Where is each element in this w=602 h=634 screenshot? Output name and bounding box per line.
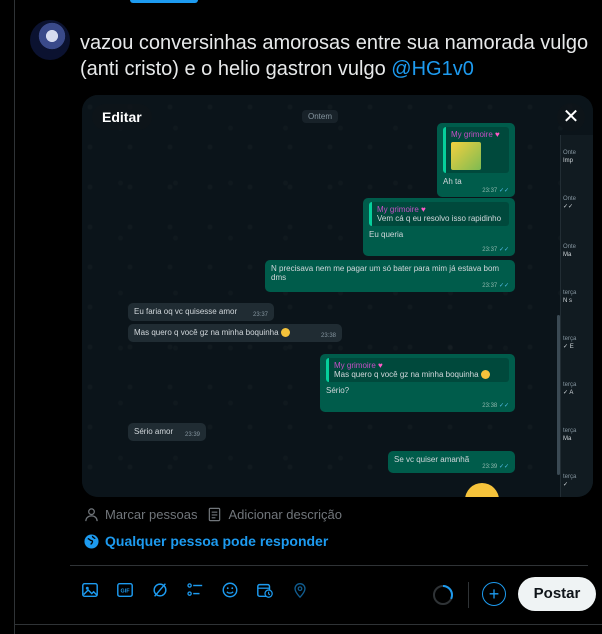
quoted-image [451, 142, 481, 170]
chat-message: Mas quero q você gz na minha boquinha 23… [128, 324, 342, 342]
post-button[interactable]: Postar [518, 577, 596, 611]
chat-message: My grimoire ♥ Mas quero q você gz na min… [320, 354, 515, 412]
person-icon [85, 508, 98, 522]
tweet-body: vazou conversinhas amorosas entre sua na… [80, 32, 589, 80]
chat-message: Se vc quiser amanhã 23:39 ✓✓ [388, 451, 515, 473]
chat-list-column: Onte Imp Onte ✓✓ Onte Ma terça N s terça ✓ E … [560, 135, 593, 497]
column-border [14, 0, 15, 634]
reply-setting-button[interactable]: Qualquer pessoa pode responder [84, 533, 328, 549]
message-time: 23:39 [482, 464, 498, 470]
quote-author: My grimoire [451, 130, 493, 139]
tag-people-button[interactable]: Marcar pessoas [84, 507, 197, 522]
quoted-message: My grimoire ♥ [443, 127, 509, 173]
image-icon[interactable] [80, 580, 100, 600]
emoji-icon[interactable] [220, 580, 240, 600]
remove-media-button[interactable]: ✕ [557, 103, 585, 131]
message-time: 23:37 [482, 283, 498, 289]
poll-icon[interactable] [185, 580, 205, 600]
message-time: 23:37 [482, 247, 498, 253]
description-icon [209, 507, 221, 522]
quote-author: My grimoire [334, 361, 376, 370]
message-text: Eu faria oq vc quisesse amor [134, 307, 238, 316]
quoted-message: My grimoire ♥ Mas quero q você gz na min… [326, 358, 509, 383]
globe-icon [84, 533, 99, 549]
message-text: Eu queria [369, 230, 404, 239]
add-post-button[interactable]: + [482, 582, 506, 606]
tag-people-label: Marcar pessoas [105, 507, 198, 522]
divider [70, 565, 588, 566]
message-time: 23:38 [482, 403, 498, 409]
mention-link[interactable]: @HG1v0 [391, 58, 474, 80]
location-icon[interactable] [290, 580, 310, 600]
bottom-divider [14, 624, 602, 625]
chat-message: Sério amor 23:39 [128, 423, 206, 441]
edit-media-button[interactable]: Editar [92, 104, 152, 130]
quoted-text: Mas quero q você gz na minha boquinha [334, 370, 479, 379]
message-text: Mas quero q você gz na minha boquinha [134, 328, 279, 337]
chat-message: My grimoire ♥ Ah ta 23:37 ✓✓ [437, 123, 515, 197]
toolbar-separator [468, 582, 469, 608]
media-tools: Marcar pessoas Adicionar descrição [84, 507, 342, 522]
quoted-message: My grimoire ♥ Vem cá q eu resolvo isso r… [369, 202, 509, 226]
svg-text:GIF: GIF [121, 589, 131, 595]
add-description-label: Adicionar descrição [228, 507, 342, 522]
grin-emoji-icon [480, 370, 490, 380]
tweet-text[interactable]: vazou conversinhas amorosas entre sua na… [80, 30, 590, 82]
message-text: Sério amor [134, 427, 174, 436]
schedule-icon[interactable] [255, 580, 275, 600]
attached-media[interactable]: Ontem My grimoire ♥ Ah ta 23:37 ✓✓ My gr… [82, 95, 593, 497]
compose-toolbar: GIF [80, 580, 310, 600]
grok-icon[interactable] [150, 580, 170, 600]
character-count-ring [433, 585, 453, 605]
gif-icon[interactable]: GIF [115, 580, 135, 600]
message-time: 23:37 [482, 188, 498, 194]
grin-emoji-icon [280, 328, 290, 338]
message-time: 23:38 [320, 333, 336, 339]
message-text: Se vc quiser amanhã [394, 455, 470, 464]
message-time: 23:37 [252, 312, 268, 318]
message-text: Ah ta [443, 177, 462, 186]
date-chip: Ontem [302, 110, 339, 123]
chat-message: N precisava nem me pagar um só bater par… [265, 260, 515, 292]
message-text: Sério? [326, 386, 350, 396]
add-description-button[interactable]: Adicionar descrição [207, 507, 342, 522]
message-text: N precisava nem me pagar um só bater par… [271, 264, 500, 282]
chat-message: My grimoire ♥ Vem cá q eu resolvo isso r… [363, 198, 515, 256]
quoted-text: Vem cá q eu resolvo isso rapidinho [377, 214, 502, 223]
top-tab-indicator [0, 0, 602, 3]
chat-message: Eu faria oq vc quisesse amor 23:37 [128, 303, 274, 321]
avatar[interactable] [30, 20, 70, 60]
reply-setting-label: Qualquer pessoa pode responder [105, 533, 329, 549]
quote-author: My grimoire [377, 205, 419, 214]
message-time: 23:39 [184, 432, 200, 438]
